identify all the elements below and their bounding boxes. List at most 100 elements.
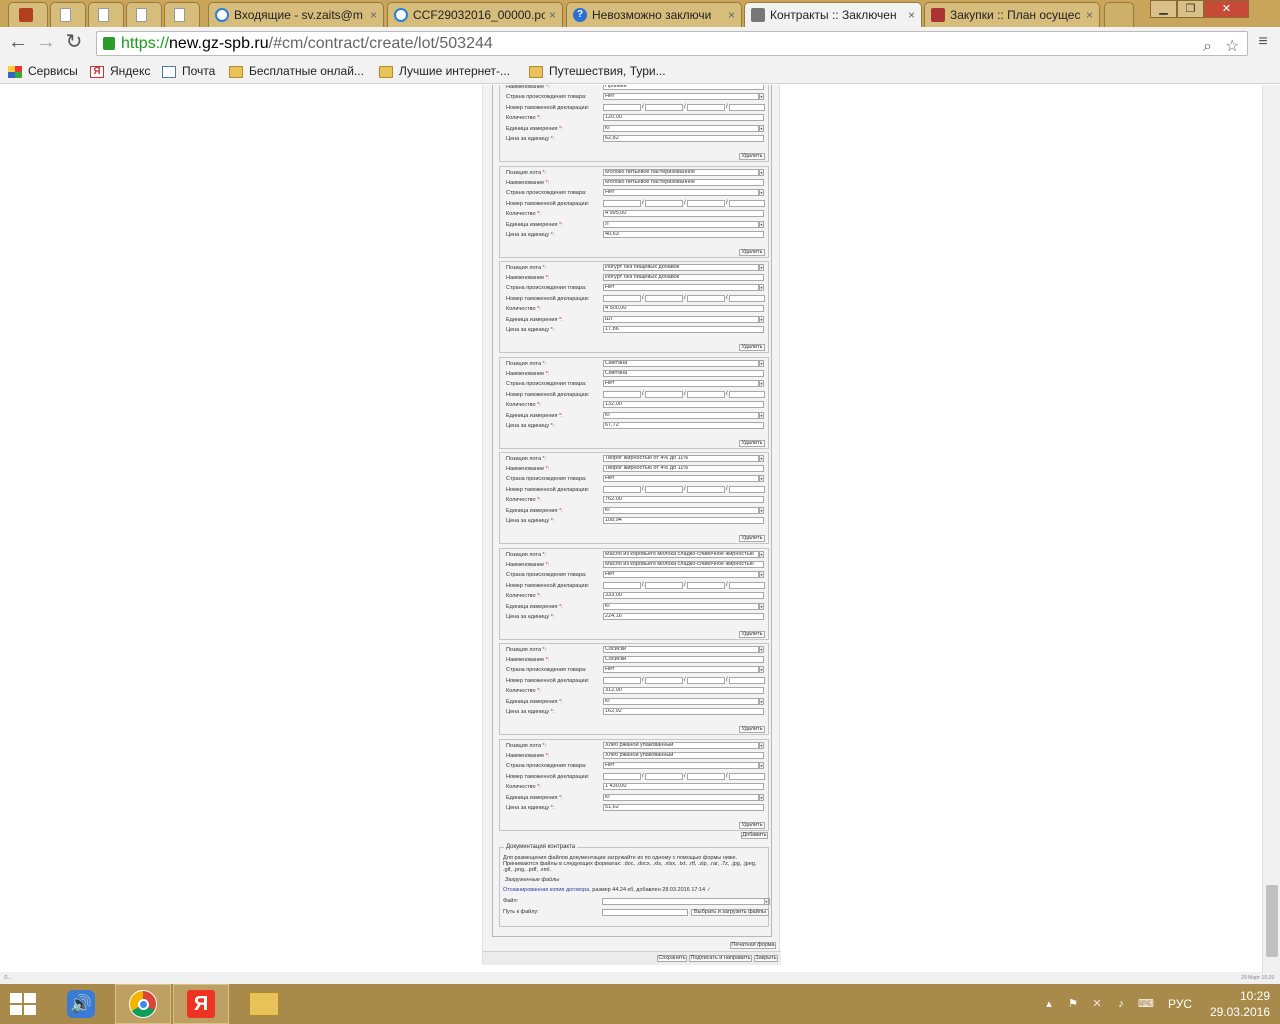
dropdown-arrow-icon[interactable]: ▾ [759, 646, 764, 653]
price-input[interactable]: 224,16 [603, 612, 764, 620]
unit-input[interactable]: Л [603, 220, 759, 228]
address-bar[interactable]: https://new.gz-spb.ru/#cm/contract/creat… [96, 31, 1248, 56]
dropdown-arrow-icon[interactable]: ▾ [759, 570, 764, 578]
customs-decl-part-input[interactable] [645, 486, 683, 493]
country-input[interactable]: Нет [603, 761, 759, 769]
customs-decl-part-input[interactable] [603, 772, 641, 780]
customs-decl-part-input[interactable] [687, 486, 725, 493]
delete-position-button[interactable]: Удалить [739, 153, 765, 160]
delete-position-button[interactable]: Удалить [739, 439, 765, 447]
customs-decl-part-input[interactable] [603, 486, 641, 493]
file-select-arrow[interactable]: ▾ [764, 898, 769, 905]
customs-decl-part-input[interactable] [729, 390, 765, 398]
customs-decl-part-input[interactable] [603, 295, 641, 302]
unit-input[interactable]: КГ [603, 602, 759, 610]
new-tab-button[interactable] [1104, 2, 1134, 27]
customs-decl-part-input[interactable] [687, 581, 725, 589]
tab-blank-2[interactable] [88, 2, 124, 27]
customs-decl-part-input[interactable] [645, 295, 683, 302]
customs-decl-part-input[interactable] [603, 104, 641, 111]
delete-position-button[interactable]: Удалить [739, 344, 765, 351]
customs-decl-part-input[interactable] [645, 677, 683, 684]
dropdown-arrow-icon[interactable]: ▾ [759, 475, 764, 482]
customs-decl-part-input[interactable] [645, 390, 683, 398]
file-link[interactable]: Отсканированная копия договора [503, 887, 589, 893]
delete-position-button[interactable]: Удалить [739, 821, 765, 829]
customs-decl-part-input[interactable] [729, 104, 765, 111]
dropdown-arrow-icon[interactable]: ▾ [759, 93, 764, 100]
dropdown-arrow-icon[interactable]: ▾ [759, 761, 764, 769]
save-button[interactable]: Сохранить [657, 955, 687, 962]
price-input[interactable]: 17,86 [603, 326, 764, 333]
dropdown-arrow-icon[interactable]: ▾ [759, 793, 764, 801]
unit-input[interactable]: КГ [603, 125, 759, 132]
customs-decl-part-input[interactable] [687, 199, 725, 207]
dropdown-arrow-icon[interactable]: ▾ [759, 284, 764, 291]
bookmark-mail[interactable]: Почта [162, 62, 215, 81]
network-icon[interactable]: ✕ [1090, 997, 1104, 1011]
dropdown-arrow-icon[interactable]: ▾ [759, 507, 764, 514]
dropdown-arrow-icon[interactable]: ▾ [759, 411, 764, 419]
position-input[interactable]: Молоко питьевое пастеризованное [603, 168, 759, 176]
chrome-menu-icon[interactable]: ≡ [1255, 33, 1271, 51]
dropdown-arrow-icon[interactable]: ▾ [759, 666, 764, 673]
delete-position-button[interactable]: Удалить [739, 248, 765, 256]
unit-input[interactable]: ШТ [603, 316, 759, 323]
customs-decl-part-input[interactable] [687, 772, 725, 780]
qty-input[interactable]: 120,00 [603, 114, 764, 121]
country-input[interactable]: Нет [603, 188, 759, 196]
taskbar-volume-app[interactable]: 🔊 [53, 984, 109, 1024]
page-scrollbar[interactable] [1262, 85, 1280, 972]
tab-help[interactable]: ? Невозможно заключи × [566, 2, 742, 27]
dropdown-arrow-icon[interactable]: ▾ [759, 188, 764, 196]
dropdown-arrow-icon[interactable]: ▾ [759, 550, 764, 558]
customs-decl-part-input[interactable] [603, 390, 641, 398]
taskbar-explorer-app[interactable] [236, 984, 292, 1024]
bookmark-folder-best[interactable]: Лучшие интернет-... [379, 62, 510, 81]
customs-decl-part-input[interactable] [645, 199, 683, 207]
unit-input[interactable]: КГ [603, 507, 759, 514]
tab-purchases[interactable]: Закупки :: План осущес × [924, 2, 1100, 27]
file-path-input[interactable] [602, 909, 688, 916]
customs-decl-part-input[interactable] [603, 677, 641, 684]
position-input[interactable]: Сметана [603, 359, 759, 367]
taskbar-chrome-app[interactable] [115, 984, 171, 1024]
name-input[interactable]: Молоко питьевое пастеризованное [603, 178, 764, 186]
keyboard-icon[interactable]: ⌨ [1138, 997, 1154, 1011]
show-hidden-icons[interactable]: ▴ [1042, 997, 1056, 1011]
customs-decl-part-input[interactable] [603, 581, 641, 589]
position-input[interactable]: Масло из коровьего молока сладко-сливочн… [603, 550, 759, 558]
tab-menu[interactable] [8, 2, 48, 27]
customs-decl-part-input[interactable] [645, 104, 683, 111]
close-form-button[interactable]: Закрыть [754, 955, 778, 962]
customs-decl-part-input[interactable] [729, 295, 765, 302]
forward-button[interactable]: → [34, 31, 58, 55]
unit-input[interactable]: КГ [603, 698, 759, 705]
customs-decl-part-input[interactable] [687, 104, 725, 111]
customs-decl-part-input[interactable] [729, 677, 765, 684]
start-button[interactable] [10, 993, 36, 1015]
bookmark-folder-free[interactable]: Бесплатные онлай... [229, 62, 364, 81]
back-button[interactable]: ← [6, 31, 30, 55]
price-input[interactable]: 51,62 [603, 803, 764, 811]
dropdown-arrow-icon[interactable]: ▾ [759, 168, 764, 176]
customs-decl-part-input[interactable] [645, 581, 683, 589]
dropdown-arrow-icon[interactable]: ▾ [759, 316, 764, 323]
language-indicator[interactable]: РУС [1168, 997, 1192, 1011]
dropdown-arrow-icon[interactable]: ▾ [759, 602, 764, 610]
volume-icon[interactable]: ♪ [1114, 997, 1128, 1011]
add-position-button[interactable]: Добавить [741, 832, 768, 839]
price-input[interactable]: 162,92 [603, 708, 764, 715]
position-input[interactable]: Хлеб ржаной упакованный [603, 741, 759, 749]
reload-button[interactable]: ↻ [62, 31, 86, 55]
dropdown-arrow-icon[interactable]: ▾ [759, 741, 764, 749]
country-input[interactable]: Нет [603, 284, 759, 291]
position-input[interactable]: Сосиски [603, 646, 759, 653]
dropdown-arrow-icon[interactable]: ▾ [759, 220, 764, 228]
unit-input[interactable]: КГ [603, 793, 759, 801]
close-window-button[interactable]: ✕ [1204, 0, 1249, 18]
tab-close-icon[interactable]: × [370, 8, 377, 22]
country-input[interactable]: Нет [603, 570, 759, 578]
country-input[interactable]: Нет [603, 93, 759, 100]
tab-close-icon[interactable]: × [1086, 8, 1093, 22]
